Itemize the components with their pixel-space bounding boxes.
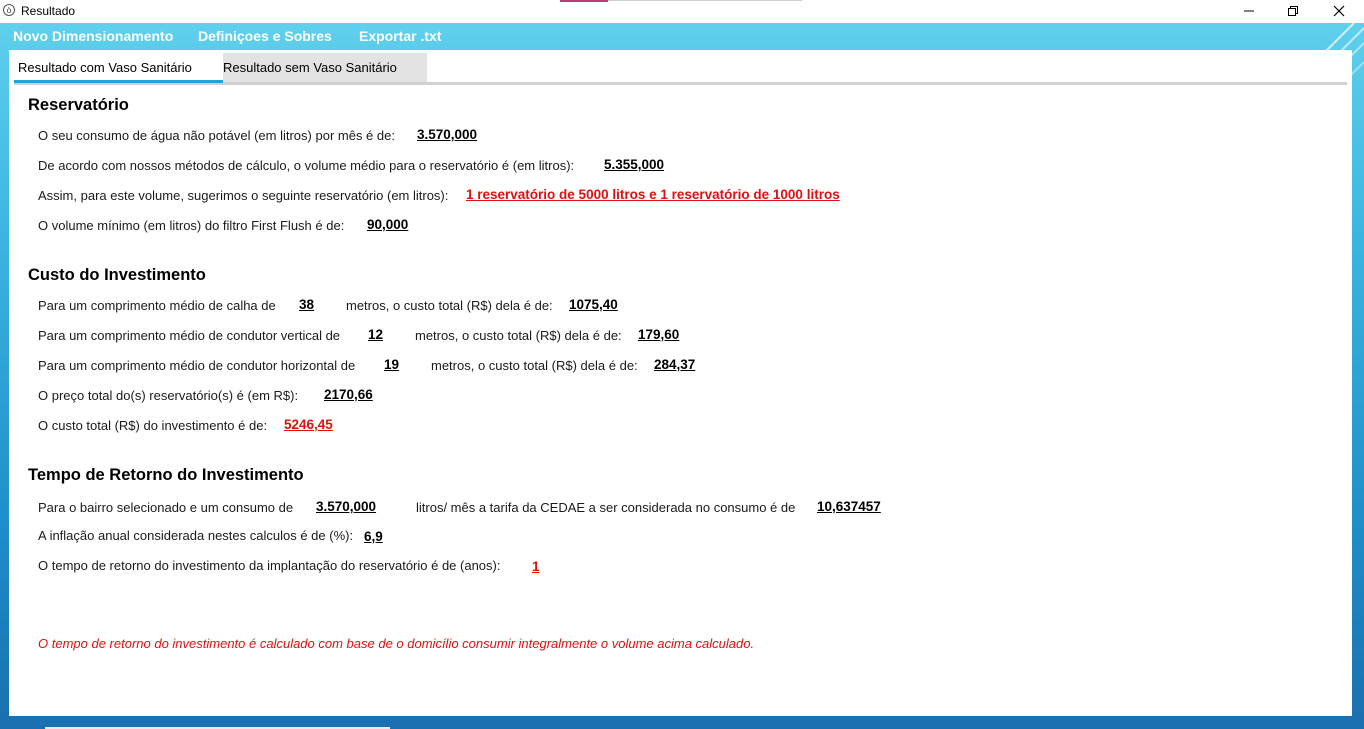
horizontal-length-value: 19 [384, 357, 400, 372]
tempo-retorno-label: O tempo de retorno do investimento da im… [38, 558, 501, 573]
calha-length-value: 38 [299, 297, 315, 312]
custo-total-label: O custo total (R$) do investimento é de: [38, 418, 268, 433]
tempo-retorno-value: 1 [532, 559, 540, 574]
custo-total-value: 5246,45 [284, 417, 333, 432]
tarifa-value: 10,637457 [817, 499, 881, 514]
tab-com-vaso[interactable]: Resultado com Vaso Sanitário [14, 53, 223, 83]
calha-label-2: metros, o custo total (R$) dela é de: [346, 298, 553, 313]
sugestao-label: Assim, para este volume, sugerimos o seg… [38, 188, 449, 203]
app-icon: ò [3, 4, 15, 16]
section-title-reservatorio: Reservatório [28, 96, 129, 114]
title-divider [608, 0, 802, 1]
close-button[interactable] [1316, 0, 1362, 22]
menu-bar: Novo Dimensionamento Definiçoes e Sobres… [0, 23, 1364, 49]
vertical-length-value: 12 [368, 327, 384, 342]
section-title-custo: Custo do Investimento [28, 266, 206, 284]
minimize-icon [1244, 10, 1254, 12]
menu-exportar-txt[interactable]: Exportar .txt [359, 28, 441, 44]
consumo-value: 3.570,000 [417, 127, 478, 142]
active-tab-indicator [14, 80, 223, 83]
menu-definicoes-sobres[interactable]: Definiçoes e Sobres [198, 28, 332, 44]
vertical-label: Para um comprimento médio de condutor ve… [38, 328, 341, 343]
volume-label: De acordo com nossos métodos de cálculo,… [38, 158, 575, 173]
menu-novo-dimensionamento[interactable]: Novo Dimensionamento [13, 28, 173, 44]
consumo-label: O seu consumo de água não potável (em li… [38, 128, 395, 143]
restore-icon [1288, 6, 1298, 16]
vertical-label-2: metros, o custo total (R$) dela é de: [415, 328, 622, 343]
filtro-value: 90,000 [367, 217, 409, 232]
horizontal-label-2: metros, o custo total (R$) dela é de: [431, 358, 638, 373]
calha-label: Para um comprimento médio de calha de [38, 298, 276, 313]
window-title: Resultado [21, 4, 76, 18]
restore-button[interactable] [1270, 0, 1316, 22]
footnote: O tempo de retorno do investimento é cal… [38, 636, 755, 651]
bairro-label: Para o bairro selecionado e um consumo d… [38, 500, 294, 515]
app-window: ò Resultado Novo Dimensionamento Definiç… [0, 0, 1364, 729]
vertical-cost-value: 179,60 [638, 327, 680, 342]
bairro-label-2: litros/ mês a tarifa da CEDAE a ser cons… [416, 500, 796, 515]
close-icon [1333, 5, 1345, 17]
tab-sem-vaso[interactable]: Resultado sem Vaso Sanitário [223, 53, 397, 83]
inflacao-value: 6,9 [364, 529, 383, 544]
horizontal-label: Para um comprimento médio de condutor ho… [38, 358, 356, 373]
volume-value: 5.355,000 [604, 157, 665, 172]
tab-strip: Resultado com Vaso Sanitário Resultado s… [14, 53, 427, 83]
bairro-consumo-value: 3.570,000 [316, 499, 377, 514]
title-bar[interactable]: ò Resultado [0, 0, 1364, 23]
calha-cost-value: 1075,40 [569, 297, 618, 312]
filtro-label: O volume mínimo (em litros) do filtro Fi… [38, 218, 345, 233]
minimize-button[interactable] [1226, 0, 1272, 22]
horizontal-cost-value: 284,37 [654, 357, 696, 372]
sugestao-value: 1 reservatório de 5000 litros e 1 reserv… [466, 187, 840, 202]
reservatorio-preco-value: 2170,66 [324, 387, 373, 402]
section-title-retorno: Tempo de Retorno do Investimento [28, 466, 304, 484]
reservatorio-preco-label: O preço total do(s) reservatório(s) é (e… [38, 388, 299, 403]
inflacao-label: A inflação anual considerada nestes calc… [38, 528, 354, 543]
title-accent-bar [560, 0, 608, 2]
content-panel: Resultado com Vaso Sanitário Resultado s… [9, 50, 1352, 716]
